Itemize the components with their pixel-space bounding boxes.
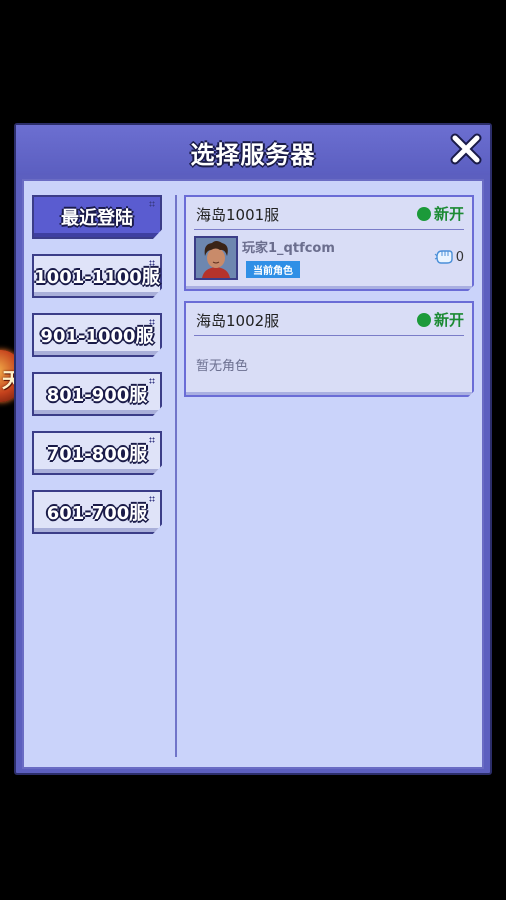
server-status: 新开 <box>416 203 464 224</box>
corner-dots-icon <box>149 201 155 207</box>
tab-recent-login[interactable]: 最近登陆 <box>32 195 162 239</box>
tab-801-900[interactable]: 801-900服 <box>32 372 162 416</box>
server-card-header: 海岛1001服 新开 <box>194 197 464 230</box>
character-portrait-icon <box>196 238 236 278</box>
dialog-title-bar: 选择服务器 <box>16 125 490 175</box>
tab-901-1000[interactable]: 901-1000服 <box>32 313 162 357</box>
fist-icon <box>434 250 453 264</box>
tab-label: 601-700服 <box>46 503 148 524</box>
power-display: 0 <box>434 248 464 266</box>
role-row[interactable]: 玩家1_qtfcom 当前角色 0 <box>194 230 464 284</box>
tab-label: 801-900服 <box>46 385 148 406</box>
tab-label: 最近登陆 <box>61 208 133 229</box>
close-icon <box>450 133 482 165</box>
tab-601-700[interactable]: 601-700服 <box>32 490 162 534</box>
tab-label: 1001-1100服 <box>34 267 160 288</box>
tab-label: 901-1000服 <box>40 326 154 347</box>
corner-dots-icon <box>149 378 155 384</box>
status-dot-icon <box>416 206 431 221</box>
server-card[interactable]: 海岛1001服 新开 玩家1_qtfcom 当前角色 0 <box>184 195 474 291</box>
close-button[interactable] <box>448 131 484 167</box>
status-text: 新开 <box>433 205 464 223</box>
tab-1001-1100[interactable]: 1001-1100服 <box>32 254 162 298</box>
column-divider <box>175 195 177 757</box>
no-role-text: 暂无角色 <box>196 359 249 374</box>
tab-label: 701-800服 <box>46 444 148 465</box>
current-role-badge: 当前角色 <box>246 261 300 278</box>
server-select-dialog: 选择服务器 最近登陆 1001-1100服 901-1000服 801-900服… <box>14 123 492 775</box>
corner-dots-icon <box>149 319 155 325</box>
status-dot-icon <box>416 312 431 327</box>
dialog-title: 选择服务器 <box>190 141 316 169</box>
avatar <box>194 236 238 280</box>
status-text: 新开 <box>433 311 464 329</box>
corner-dots-icon <box>149 496 155 502</box>
player-name: 玩家1_qtfcom <box>242 241 335 256</box>
server-card[interactable]: 海岛1002服 新开 暂无角色 <box>184 301 474 397</box>
server-card-header: 海岛1002服 新开 <box>194 303 464 336</box>
dialog-body: 最近登陆 1001-1100服 901-1000服 801-900服 701-8… <box>22 179 484 769</box>
server-status: 新开 <box>416 309 464 330</box>
tab-701-800[interactable]: 701-800服 <box>32 431 162 475</box>
screen: 天 选择服务器 最近登陆 1001-1100服 901-1000服 801-90… <box>0 0 506 900</box>
corner-dots-icon <box>149 260 155 266</box>
corner-dots-icon <box>149 437 155 443</box>
power-value: 0 <box>455 249 464 265</box>
server-name: 海岛1002服 <box>196 312 280 330</box>
server-name: 海岛1001服 <box>196 206 280 224</box>
